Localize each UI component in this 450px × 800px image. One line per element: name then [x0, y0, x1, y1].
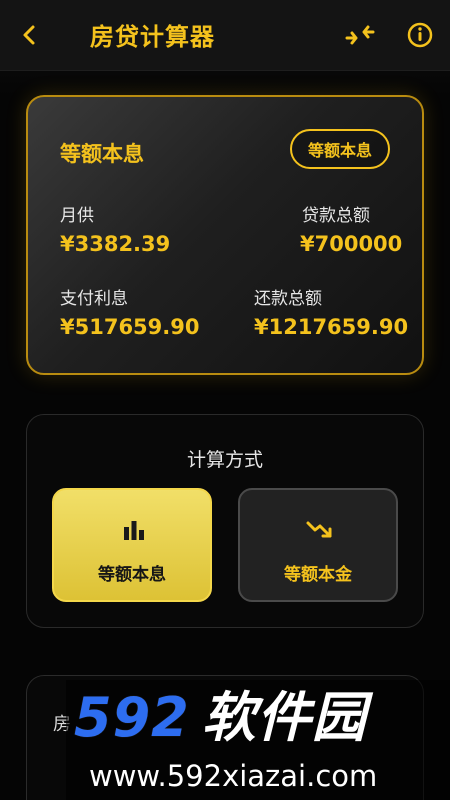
loan-summary-card: 等额本息 等额本息 月供 ¥3382.39 贷款总额 ¥700000 支付利息 …	[26, 95, 424, 375]
interest-value: ¥517659.90	[60, 315, 200, 339]
interest-label: 支付利息	[60, 289, 128, 309]
monthly-payment-label: 月供	[60, 206, 94, 226]
equal-principal-label: 等额本金	[284, 565, 352, 585]
watermark-brand: 592 软件园	[74, 690, 367, 746]
site-watermark: 592 软件园 www.592xiazai.com	[66, 680, 450, 800]
watermark-url: www.592xiazai.com	[89, 759, 378, 793]
info-icon	[407, 22, 433, 48]
bar-chart-icon	[114, 510, 154, 550]
repayment-type-badge: 等额本息	[290, 129, 390, 169]
chevron-left-icon	[23, 25, 35, 45]
loan-total-label: 贷款总额	[302, 206, 370, 226]
watermark-brand-text: 软件园	[201, 686, 367, 749]
equal-installment-label: 等额本息	[98, 565, 166, 585]
calculation-method-card: 计算方式 等额本息 等额本金	[26, 414, 424, 628]
mortgage-calculator-screen: 房贷计算器 等额本息 等额本息 月供 ¥3382.39 贷款总额 ¥700000…	[0, 0, 450, 800]
swap-button[interactable]	[340, 15, 380, 55]
trend-down-icon	[300, 510, 340, 550]
back-button[interactable]	[10, 15, 50, 55]
watermark-brand-number: 592	[74, 686, 190, 749]
page-title: 房贷计算器	[90, 23, 215, 51]
loan-total-value: ¥700000	[300, 232, 403, 256]
app-header: 房贷计算器	[0, 0, 450, 71]
equal-installment-option[interactable]: 等额本息	[52, 488, 212, 602]
info-button[interactable]	[400, 15, 440, 55]
monthly-payment-value: ¥3382.39	[60, 232, 171, 256]
equal-principal-option[interactable]: 等额本金	[238, 488, 398, 602]
calculation-method-title: 计算方式	[186, 449, 263, 471]
repayment-type-title: 等额本息	[60, 142, 144, 166]
repayment-total-value: ¥1217659.90	[254, 315, 409, 339]
repayment-total-label: 还款总额	[254, 289, 322, 309]
swap-icon	[345, 25, 375, 45]
